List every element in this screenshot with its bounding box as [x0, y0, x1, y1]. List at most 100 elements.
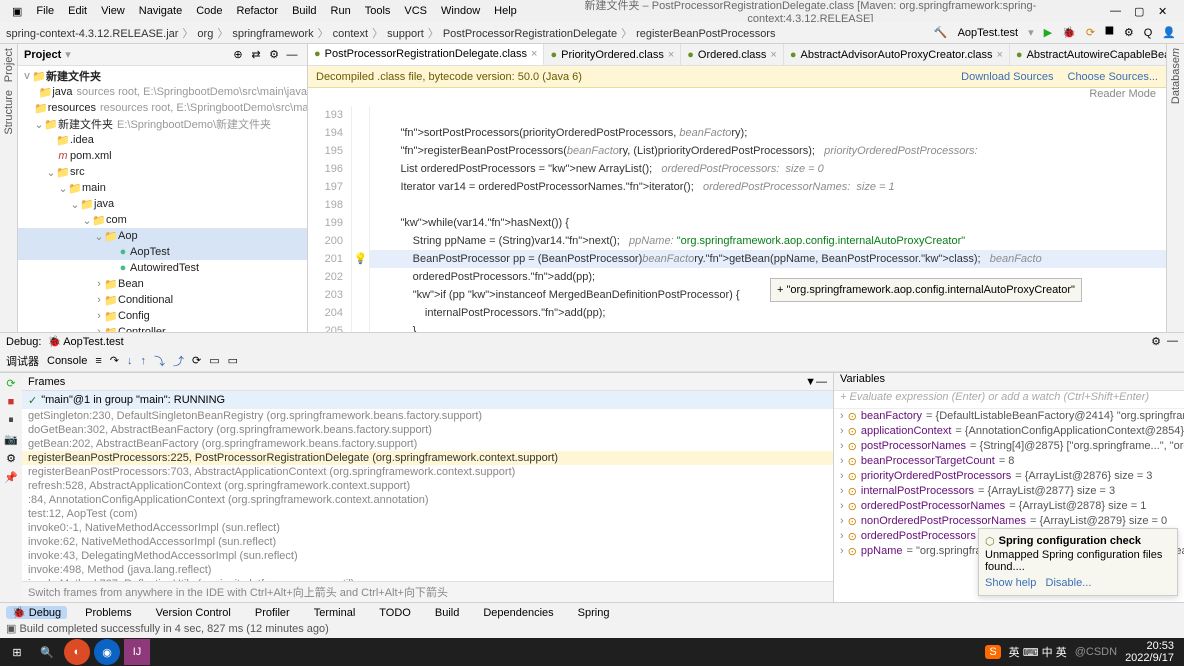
tool-tab-spring[interactable]: Spring	[572, 607, 616, 619]
tree-item[interactable]: ›Conditional	[18, 292, 307, 308]
thread-selector[interactable]: ✓ "main"@1 in group "main": RUNNING	[22, 391, 833, 409]
menu-edit[interactable]: Edit	[62, 3, 93, 19]
clock[interactable]: 20:53 2022/9/17	[1125, 640, 1180, 664]
structure-tool-button[interactable]: Structure	[3, 90, 15, 135]
menu-build[interactable]: Build	[286, 3, 322, 19]
tool-tab-debug[interactable]: 🐞 Debug	[6, 606, 67, 619]
code-line[interactable]: "fn">registerBeanPostProcessors(beanFact…	[370, 142, 1166, 160]
stack-frame[interactable]: doGetBean:302, AbstractBeanFactory (org.…	[22, 423, 833, 437]
stack-frame[interactable]: getSingleton:230, DefaultSingletonBeanRe…	[22, 409, 833, 423]
hide-icon[interactable]: —	[283, 46, 301, 64]
close-tab-icon[interactable]: ×	[668, 49, 674, 61]
tree-item[interactable]: resourcesresources root, E:\SpringbootDe…	[18, 100, 307, 116]
close-tab-icon[interactable]: ×	[996, 49, 1002, 61]
breadcrumb-item[interactable]: springframework	[232, 28, 313, 40]
tree-item[interactable]: .idea	[18, 132, 307, 148]
debugger-tab[interactable]: 调试器	[6, 353, 39, 369]
intellij-icon[interactable]: IJ	[124, 639, 150, 665]
menu-help[interactable]: Help	[488, 3, 523, 19]
stack-frame[interactable]: registerBeanPostProcessors:225, PostProc…	[22, 451, 833, 465]
stack-frame[interactable]: invoke0:-1, NativeMethodAccessorImpl (su…	[22, 521, 833, 535]
tree-item[interactable]: javasources root, E:\SpringbootDemo\src\…	[18, 84, 307, 100]
editor-tab[interactable]: ●AbstractAdvisorAutoProxyCreator.class×	[784, 44, 1010, 66]
code-line[interactable]: String ppName = (String)var14."fn">next(…	[370, 232, 1166, 250]
evaluate-input[interactable]: + Evaluate expression (Enter) or add a w…	[834, 391, 1184, 409]
tree-item[interactable]: ⌄com	[18, 212, 307, 228]
menu-vcs[interactable]: VCS	[398, 3, 433, 19]
tool-tab-problems[interactable]: Problems	[79, 607, 137, 619]
stack-frame[interactable]: test:12, AopTest (com)	[22, 507, 833, 521]
start-icon[interactable]: ⊞	[4, 639, 30, 665]
editor-tabs[interactable]: ●PostProcessorRegistrationDelegate.class…	[308, 44, 1166, 66]
menu-tools[interactable]: Tools	[359, 3, 397, 19]
breadcrumb-item[interactable]: context	[333, 28, 368, 40]
console-tab[interactable]: Console	[47, 355, 87, 367]
project-tree[interactable]: v新建文件夹javasources root, E:\SpringbootDem…	[18, 66, 307, 332]
database-tool-button[interactable]: Database	[1170, 57, 1182, 104]
variable-row[interactable]: ›⊙applicationContext= {AnnotationConfigA…	[834, 424, 1184, 439]
code-line[interactable]: "fn">sortPostProcessors(priorityOrderedP…	[370, 124, 1166, 142]
tree-item[interactable]: ⌄新建文件夹E:\SpringbootDemo\新建文件夹	[18, 116, 307, 132]
close-icon[interactable]: ✕	[1152, 3, 1172, 20]
editor-tab[interactable]: ●AbstractAutowireCapableBeanFactory.clas…	[1010, 44, 1166, 66]
tool-tab-version control[interactable]: Version Control	[150, 607, 237, 619]
variable-row[interactable]: ›⊙beanProcessorTargetCount= 8	[834, 454, 1184, 469]
menu-refactor[interactable]: Refactor	[230, 3, 284, 19]
tree-item[interactable]: ⌄src	[18, 164, 307, 180]
project-tool-button[interactable]: Project	[3, 48, 15, 82]
frames-list[interactable]: getSingleton:230, DefaultSingletonBeanRe…	[22, 409, 833, 581]
tree-item[interactable]: ›Config	[18, 308, 307, 324]
tree-item[interactable]: ⌄main	[18, 180, 307, 196]
stack-frame[interactable]: getBean:202, AbstractBeanFactory (org.sp…	[22, 437, 833, 451]
breadcrumb-item[interactable]: registerBeanPostProcessors	[636, 28, 775, 40]
code-line[interactable]: List orderedPostProcessors = "kw">new Ar…	[370, 160, 1166, 178]
tool-tab-build[interactable]: Build	[429, 607, 465, 619]
variable-row[interactable]: ›⊙beanFactory= {DefaultListableBeanFacto…	[834, 409, 1184, 424]
variable-row[interactable]: ›⊙nonOrderedPostProcessorNames= {ArrayLi…	[834, 514, 1184, 529]
code-line[interactable]: "kw">while(var14."fn">hasNext()) {	[370, 214, 1166, 232]
breadcrumb-item[interactable]: org	[197, 28, 213, 40]
menu-run[interactable]: Run	[325, 3, 357, 19]
variable-row[interactable]: ›⊙internalPostProcessors= {ArrayList@287…	[834, 484, 1184, 499]
stack-frame[interactable]: invoke:498, Method (java.lang.reflect)	[22, 563, 833, 577]
variable-row[interactable]: ›⊙orderedPostProcessorNames= {ArrayList@…	[834, 499, 1184, 514]
tree-item[interactable]: pom.xml	[18, 148, 307, 164]
tool-tab-terminal[interactable]: Terminal	[308, 607, 362, 619]
notification-popup[interactable]: ⬡Spring configuration check Unmapped Spr…	[978, 528, 1178, 596]
menu-file[interactable]: File	[30, 3, 60, 19]
gear-icon[interactable]: ⚙	[1151, 335, 1161, 348]
code-line[interactable]: internalPostProcessors."fn">add(pp);	[370, 304, 1166, 322]
stack-frame[interactable]: :84, AnnotationConfigApplicationContext …	[22, 493, 833, 507]
tool-tab-profiler[interactable]: Profiler	[249, 607, 296, 619]
menu-navigate[interactable]: Navigate	[133, 3, 188, 19]
editor-tab[interactable]: ●PriorityOrdered.class×	[544, 44, 681, 66]
maven-tool-button[interactable]: m	[1170, 48, 1182, 57]
filter-icon[interactable]: ▼	[805, 376, 816, 388]
hide-debug-icon[interactable]: —	[1167, 335, 1178, 348]
download-sources-link[interactable]: Download Sources	[961, 71, 1053, 83]
tree-item[interactable]: ⌄Aop	[18, 228, 307, 244]
disable-link[interactable]: Disable...	[1046, 577, 1092, 589]
menu-window[interactable]: Window	[435, 3, 486, 19]
variable-row[interactable]: ›⊙postProcessorNames= {String[4]@2875} […	[834, 439, 1184, 454]
right-tool-strip[interactable]: m Database	[1166, 44, 1184, 332]
ime-indicator[interactable]: 英 ⌨ 中 英	[1009, 644, 1067, 660]
hide-frames-icon[interactable]: —	[816, 376, 827, 388]
stack-frame[interactable]: refresh:528, AbstractApplicationContext …	[22, 479, 833, 493]
menu-view[interactable]: View	[95, 3, 131, 19]
editor-tab[interactable]: ●PostProcessorRegistrationDelegate.class…	[308, 44, 544, 66]
code-viewport[interactable]: 1931941951961971981992002012022032042052…	[308, 106, 1166, 332]
close-tab-icon[interactable]: ×	[531, 48, 537, 60]
tree-item[interactable]: ›Bean	[18, 276, 307, 292]
sogou-icon[interactable]: S	[985, 645, 1000, 659]
breadcrumb-item[interactable]: PostProcessorRegistrationDelegate	[443, 28, 617, 40]
left-tool-strip[interactable]: Project Structure	[0, 44, 18, 332]
build-icon[interactable]: 🔨	[932, 26, 950, 39]
code-line[interactable]: Iterator var14 = orderedPostProcessorNam…	[370, 178, 1166, 196]
expand-icon[interactable]: ⇄	[247, 46, 265, 64]
menu-code[interactable]: Code	[190, 3, 228, 19]
code-lines[interactable]: "fn">sortPostProcessors(priorityOrderedP…	[370, 106, 1166, 332]
gear-icon[interactable]: ⚙	[265, 46, 283, 64]
run-config-select[interactable]: AopTest.test	[956, 27, 1021, 39]
run-toolbar[interactable]: 🔨 AopTest.test ▾ ▶ 🐞 ⟳ ⯀ ⚙ Q 👤	[932, 26, 1178, 39]
